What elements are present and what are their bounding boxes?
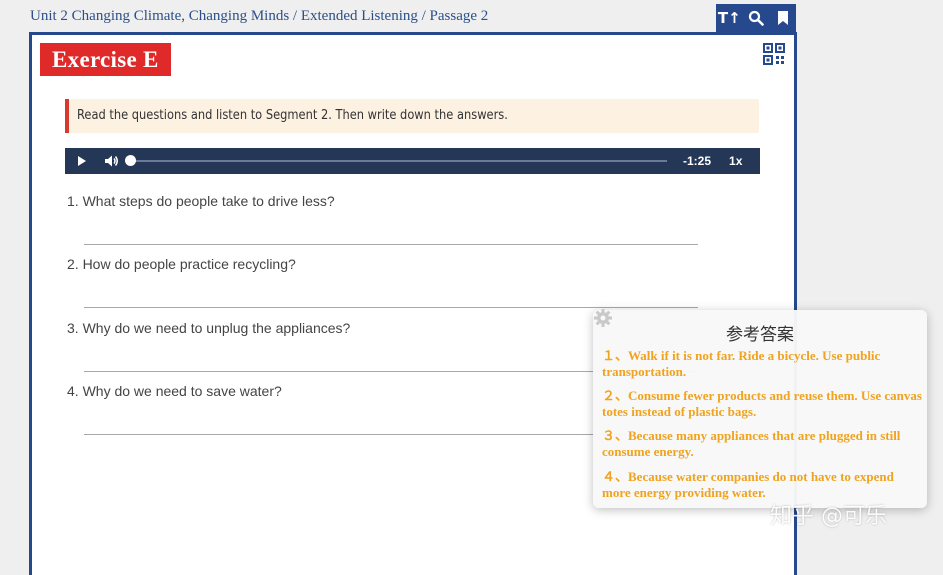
bookmark-icon: [777, 11, 788, 25]
instruction-text: Read the questions and listen to Segment…: [77, 108, 508, 123]
answer-4: ４、Because water companies do not have to…: [602, 469, 894, 500]
question-4: 4. Why do we need to save water?: [67, 383, 282, 399]
answer-1: １、Walk if it is not far. Ride a bicycle.…: [602, 348, 881, 379]
breadcrumb[interactable]: Unit 2 Changing Climate, Changing Minds …: [30, 8, 488, 25]
watermark: 知乎 @可乐: [770, 504, 887, 529]
search-icon: [748, 10, 764, 26]
audio-player: -1:25 1x: [65, 148, 760, 174]
audio-progress-bar[interactable]: [125, 155, 667, 166]
search-button[interactable]: [745, 7, 767, 29]
question-3: 3. Why do we need to unplug the applianc…: [67, 320, 351, 336]
progress-handle[interactable]: [125, 155, 136, 166]
answer-3: ３、Because many appliances that are plugg…: [602, 428, 901, 459]
popup-title: 参考答案: [726, 325, 794, 345]
exercise-title: Exercise E: [40, 43, 171, 76]
text-size-button[interactable]: T↑: [717, 7, 741, 29]
reference-answers-popup: 参考答案 １、Walk if it is not far. Ride a bic…: [593, 309, 927, 508]
instruction-banner: Read the questions and listen to Segment…: [65, 99, 759, 133]
answer-field-1[interactable]: [84, 244, 698, 245]
qr-code-icon[interactable]: [763, 43, 785, 65]
question-2: 2. How do people practice recycling?: [67, 256, 296, 272]
volume-icon[interactable]: [103, 153, 119, 169]
playback-speed-button[interactable]: 1x: [729, 154, 742, 168]
question-1: 1. What steps do people take to drive le…: [67, 193, 335, 209]
top-toolbar: T↑: [716, 4, 796, 32]
bookmark-button[interactable]: [772, 7, 794, 29]
text-size-icon: T↑: [717, 9, 741, 27]
play-icon[interactable]: [75, 154, 89, 168]
time-remaining: -1:25: [683, 154, 712, 168]
answer-2: ２、Consume fewer products and reuse them.…: [602, 388, 922, 419]
